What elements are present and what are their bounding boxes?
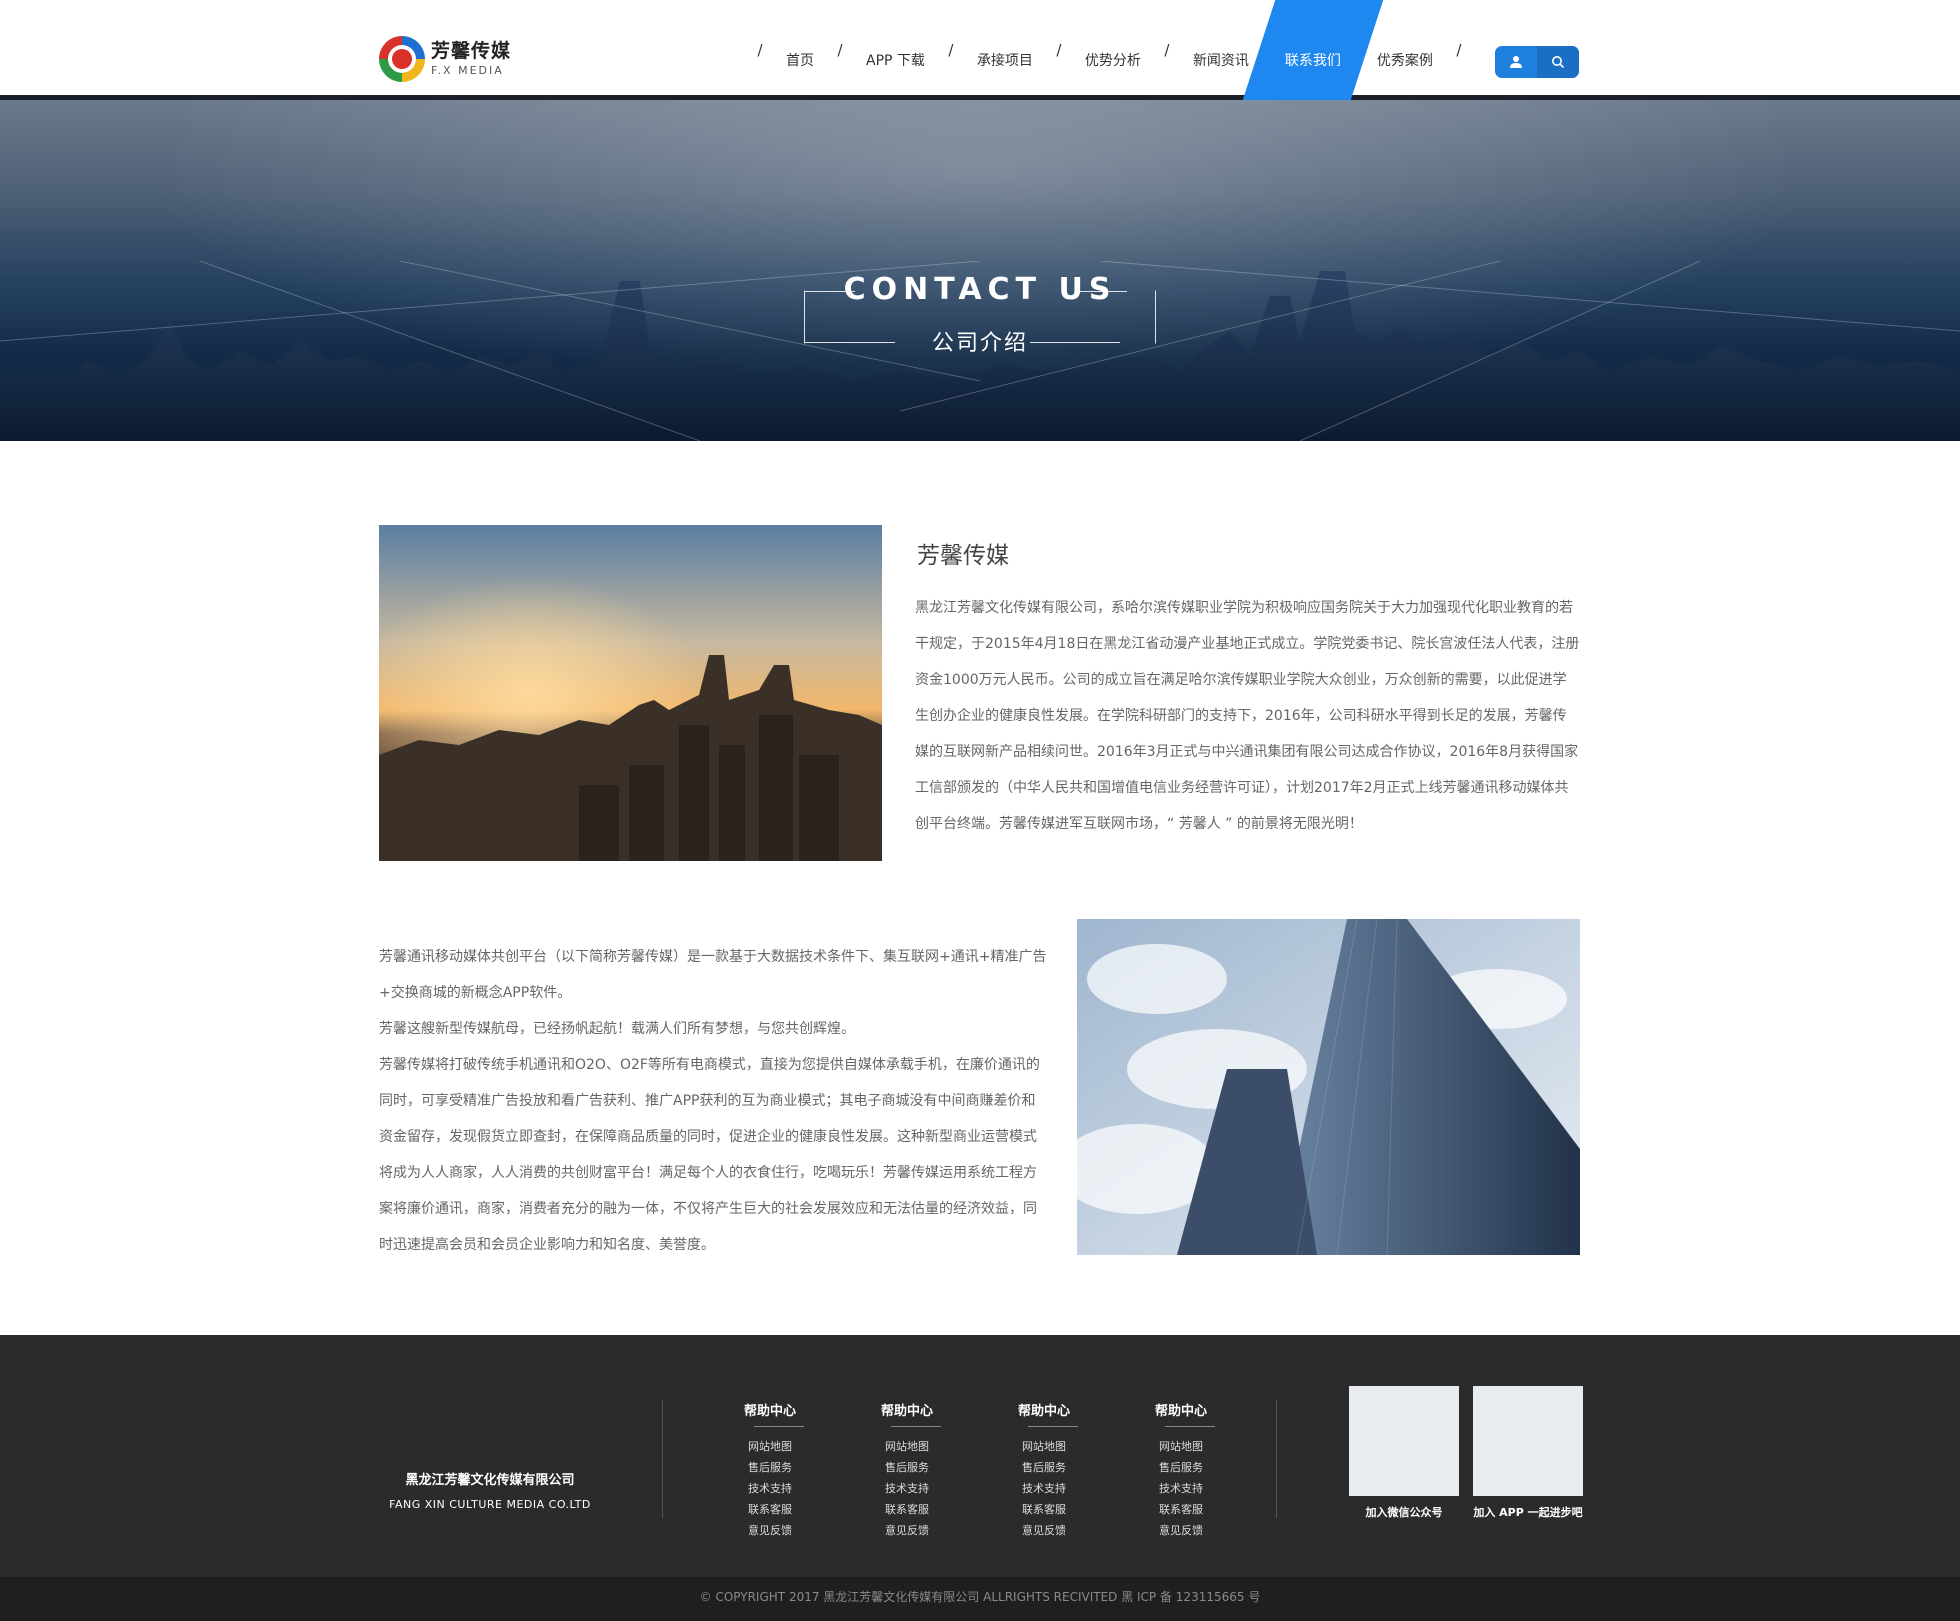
user-icon <box>1510 56 1522 68</box>
link-after-sales[interactable]: 售后服务 <box>725 1457 815 1478</box>
link-after-sales[interactable]: 售后服务 <box>999 1457 1089 1478</box>
city-aerial-image <box>379 525 882 861</box>
banner-subtitle: 公司介绍 <box>931 331 1028 356</box>
wechat-qr-code <box>1349 1386 1459 1496</box>
logo-name: 芳馨传媒 <box>431 40 512 62</box>
footer-divider <box>662 1400 663 1518</box>
nav-item-advantages[interactable]: 优势分析 <box>1067 0 1159 100</box>
user-button[interactable] <box>1495 46 1537 78</box>
skyscraper-photo <box>1077 919 1580 1255</box>
nav-item-projects[interactable]: 承接项目 <box>959 0 1051 100</box>
link-after-sales[interactable]: 售后服务 <box>862 1457 952 1478</box>
search-icon <box>1552 56 1565 69</box>
link-feedback[interactable]: 意见反馈 <box>1136 1520 1226 1541</box>
help-title: 帮助中心 <box>1136 1400 1226 1427</box>
site-footer: 黑龙江芳馨文化传媒有限公司 FANG XIN CULTURE MEDIA CO.… <box>0 1335 1960 1577</box>
section-title: 芳馨传媒 <box>917 543 1009 569</box>
link-tech-support[interactable]: 技术支持 <box>999 1478 1089 1499</box>
help-title: 帮助中心 <box>862 1400 952 1427</box>
footer-company: 黑龙江芳馨文化传媒有限公司 FANG XIN CULTURE MEDIA CO.… <box>349 1469 631 1511</box>
logo-text: 芳馨传媒 F.X MEDIA <box>431 40 512 77</box>
wechat-qr-label: 加入微信公众号 <box>1365 1506 1443 1519</box>
help-column: 帮助中心 网站地图 售后服务 技术支持 联系客服 意见反馈 <box>725 1400 815 1541</box>
app-qr-code <box>1473 1386 1583 1496</box>
link-customer-service[interactable]: 联系客服 <box>862 1499 952 1520</box>
link-tech-support[interactable]: 技术支持 <box>1136 1478 1226 1499</box>
nav-separator: / <box>757 41 763 59</box>
copyright-bar: © COPYRIGHT 2017 黑龙江芳馨文化传媒有限公司 ALLRIGHTS… <box>0 1577 1960 1621</box>
intro-paragraph: 黑龙江芳馨文化传媒有限公司，系哈尔滨传媒职业学院为积极响应国务院关于大力加强现代… <box>915 600 1580 832</box>
app-qr-label: 加入 APP 一起进步吧 <box>1473 1506 1583 1519</box>
city-aerial-photo <box>379 525 882 861</box>
skyscraper-image <box>1077 919 1580 1255</box>
logo-tagline: F.X MEDIA <box>431 64 504 77</box>
help-column: 帮助中心 网站地图 售后服务 技术支持 联系客服 意见反馈 <box>999 1400 1089 1541</box>
logo[interactable]: 芳馨传媒 F.X MEDIA <box>379 36 511 82</box>
nav-separator: / <box>948 41 954 59</box>
nav-item-home[interactable]: 首页 <box>768 0 832 100</box>
link-tech-support[interactable]: 技术支持 <box>862 1478 952 1499</box>
link-feedback[interactable]: 意见反馈 <box>725 1520 815 1541</box>
help-title: 帮助中心 <box>999 1400 1089 1427</box>
main-nav: / 首页 / APP 下载 / 承接项目 / 优势分析 / 新闻资讯 联系我们 … <box>752 0 1467 100</box>
footer-divider <box>1276 1400 1277 1518</box>
link-after-sales[interactable]: 售后服务 <box>1136 1457 1226 1478</box>
help-column: 帮助中心 网站地图 售后服务 技术支持 联系客服 意见反馈 <box>862 1400 952 1541</box>
nav-separator: / <box>1164 41 1170 59</box>
help-title: 帮助中心 <box>725 1400 815 1427</box>
link-sitemap[interactable]: 网站地图 <box>1136 1436 1226 1457</box>
link-feedback[interactable]: 意见反馈 <box>862 1520 952 1541</box>
header-tools <box>1495 46 1579 78</box>
help-column: 帮助中心 网站地图 售后服务 技术支持 联系客服 意见反馈 <box>1136 1400 1226 1541</box>
hero-banner: CONTACT US 公司介绍 <box>0 100 1960 441</box>
logo-mark-icon <box>379 36 425 82</box>
banner-title: CONTACT US <box>843 272 1117 307</box>
link-tech-support[interactable]: 技术支持 <box>725 1478 815 1499</box>
link-customer-service[interactable]: 联系客服 <box>999 1499 1089 1520</box>
nav-separator: / <box>1056 41 1062 59</box>
nav-separator: / <box>1456 41 1462 59</box>
nav-separator: / <box>837 41 843 59</box>
site-header: 芳馨传媒 F.X MEDIA / 首页 / APP 下载 / 承接项目 / 优势… <box>0 0 1960 100</box>
link-customer-service[interactable]: 联系客服 <box>725 1499 815 1520</box>
nav-item-contact[interactable]: 联系我们 <box>1267 0 1359 100</box>
platform-paragraph-1: 芳馨通讯移动媒体共创平台（以下简称芳馨传媒）是一款基于大数据技术条件下、集互联网… <box>379 949 1047 1001</box>
company-name-cn: 黑龙江芳馨文化传媒有限公司 <box>405 1473 575 1488</box>
link-sitemap[interactable]: 网站地图 <box>862 1436 952 1457</box>
nav-item-app-download[interactable]: APP 下载 <box>848 0 943 100</box>
link-sitemap[interactable]: 网站地图 <box>999 1436 1089 1457</box>
company-name-en: FANG XIN CULTURE MEDIA CO.LTD <box>389 1498 591 1511</box>
platform-description: 芳馨通讯移动媒体共创平台（以下简称芳馨传媒）是一款基于大数据技术条件下、集互联网… <box>379 939 1049 1263</box>
search-button[interactable] <box>1537 46 1579 78</box>
platform-paragraph-2: 芳馨这艘新型传媒航母，已经扬帆起航！载满人们所有梦想，与您共创辉煌。 <box>379 1021 855 1037</box>
platform-paragraph-3: 芳馨传媒将打破传统手机通讯和O2O、O2F等所有电商模式，直接为您提供自媒体承载… <box>379 1057 1040 1253</box>
link-customer-service[interactable]: 联系客服 <box>1136 1499 1226 1520</box>
link-sitemap[interactable]: 网站地图 <box>725 1436 815 1457</box>
link-feedback[interactable]: 意见反馈 <box>999 1520 1089 1541</box>
